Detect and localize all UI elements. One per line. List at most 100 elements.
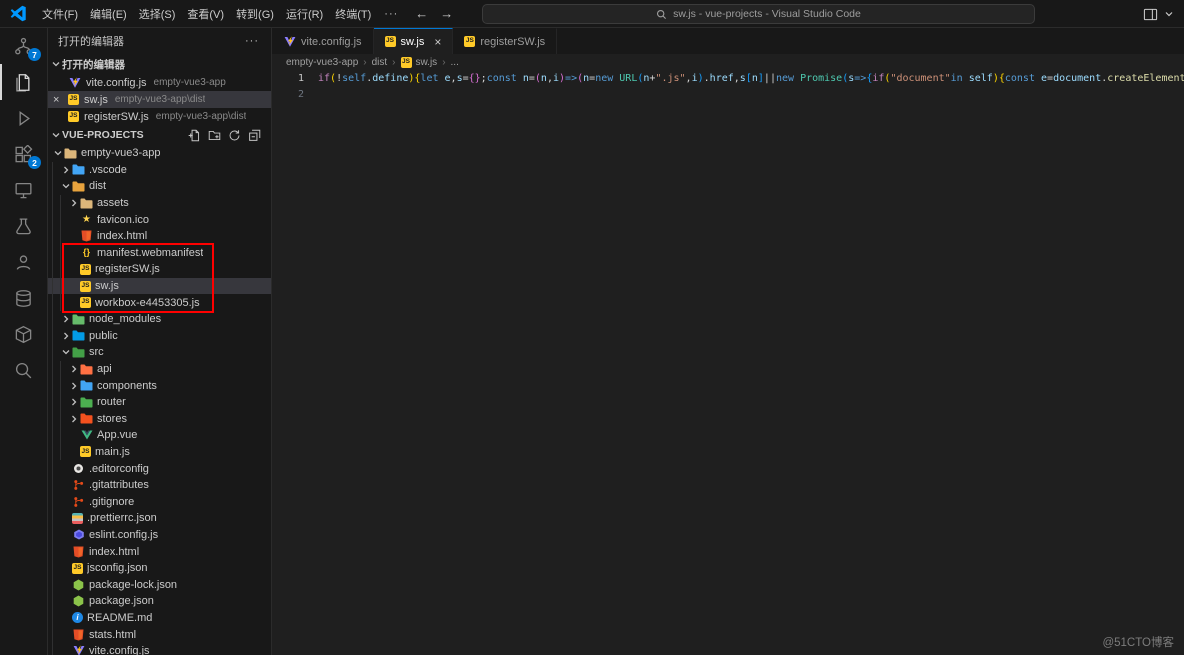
chevron-down-icon — [50, 59, 62, 69]
breadcrumb-item[interactable]: ... — [451, 57, 459, 68]
indent-guide — [60, 228, 68, 245]
tree-item-main.js[interactable]: JSmain.js — [48, 444, 271, 461]
indent-guide — [52, 576, 60, 593]
tree-item-sw.js[interactable]: JSsw.js — [48, 278, 271, 295]
tree-item-components[interactable]: components — [48, 377, 271, 394]
menu-item[interactable]: 终端(T) — [329, 4, 377, 24]
chevron-right-icon[interactable] — [68, 397, 80, 407]
tree-item-.vscode[interactable]: .vscode — [48, 162, 271, 179]
database-activity-icon[interactable] — [0, 280, 47, 316]
menu-item[interactable]: 文件(F) — [36, 4, 84, 24]
tab-label: sw.js — [401, 36, 425, 48]
tree-item-.gitattributes[interactable]: .gitattributes — [48, 477, 271, 494]
menu-item[interactable]: 运行(R) — [280, 4, 329, 24]
breadcrumb-item[interactable]: dist — [372, 57, 388, 68]
tree-item-assets[interactable]: assets — [48, 195, 271, 212]
tree-item-.prettierrc.json[interactable]: .prettierrc.json — [48, 510, 271, 527]
new-folder-icon[interactable] — [208, 129, 221, 142]
menu-more-button[interactable]: ··· — [377, 6, 405, 22]
tree-item-jsconfig.json[interactable]: JSjsconfig.json — [48, 560, 271, 577]
tree-item-src[interactable]: src — [48, 344, 271, 361]
chevron-right-icon[interactable] — [68, 414, 80, 424]
tree-item-eslint.config.js[interactable]: eslint.config.js — [48, 527, 271, 544]
open-editor-registerSW.js[interactable]: JSregisterSW.jsempty-vue3-app\dist — [48, 108, 271, 125]
tree-item-node_modules[interactable]: node_modules — [48, 311, 271, 328]
tree-item-label: manifest.webmanifest — [97, 247, 203, 259]
open-editors-section-header[interactable]: 打开的编辑器 — [48, 54, 271, 74]
chevron-right-icon[interactable] — [60, 314, 72, 324]
layout-toggle-icon[interactable] — [1143, 7, 1158, 22]
tree-item-vite.config.js[interactable]: vite.config.js — [48, 643, 271, 655]
menu-item[interactable]: 编辑(E) — [84, 4, 133, 24]
node-icon — [72, 579, 85, 591]
new-file-icon[interactable] — [188, 129, 201, 142]
html-icon — [72, 546, 85, 558]
refresh-icon[interactable] — [228, 129, 241, 142]
git-icon — [72, 479, 85, 491]
breadcrumb-item[interactable]: JSsw.js — [401, 57, 438, 68]
project-section-header[interactable]: VUE-PROJECTS — [48, 125, 271, 145]
chevron-down-icon[interactable] — [60, 181, 72, 191]
nav-back-button[interactable]: ← — [415, 6, 428, 21]
breadcrumb-item[interactable]: empty-vue3-app — [286, 57, 358, 68]
tree-item-.gitignore[interactable]: .gitignore — [48, 493, 271, 510]
tab-sw.js[interactable]: JSsw.js× — [374, 28, 454, 54]
layout-dropdown-chevron-icon[interactable] — [1164, 9, 1174, 19]
close-icon[interactable]: × — [53, 91, 59, 108]
chevron-right-icon[interactable] — [60, 331, 72, 341]
code-line-2[interactable]: 2 — [272, 87, 1184, 103]
test-flask-activity-icon[interactable] — [0, 208, 47, 244]
menu-item[interactable]: 转到(G) — [230, 4, 280, 24]
tree-item-public[interactable]: public — [48, 328, 271, 345]
command-center-search[interactable]: sw.js - vue-projects - Visual Studio Cod… — [482, 4, 1035, 24]
docker-activity-icon[interactable] — [0, 316, 47, 352]
chevron-right-icon[interactable] — [68, 364, 80, 374]
tree-item-stores[interactable]: stores — [48, 411, 271, 428]
tree-item-index.html[interactable]: index.html — [48, 543, 271, 560]
code-editor[interactable]: 1if(!self.define){let e,s={};const n=(n,… — [272, 70, 1184, 655]
sidebar-more-button[interactable]: ··· — [245, 35, 259, 47]
tree-item-package-lock.json[interactable]: package-lock.json — [48, 576, 271, 593]
chevron-right-icon[interactable] — [68, 198, 80, 208]
tab-vite.config.js[interactable]: vite.config.js — [272, 28, 374, 54]
nav-forward-button[interactable]: → — [440, 6, 453, 21]
tree-item-stats.html[interactable]: stats.html — [48, 626, 271, 643]
explorer-activity-icon[interactable] — [0, 64, 47, 100]
breadcrumb-label: ... — [451, 57, 459, 68]
chevron-down-icon[interactable] — [60, 347, 72, 357]
indent-guide — [60, 278, 68, 295]
open-editor-vite.config.js[interactable]: vite.config.jsempty-vue3-app — [48, 74, 271, 91]
tree-item-favicon.ico[interactable]: ★favicon.ico — [48, 211, 271, 228]
open-editor-sw.js[interactable]: ×JSsw.jsempty-vue3-app\dist — [48, 91, 271, 108]
tree-item-registerSW.js[interactable]: JSregisterSW.js — [48, 261, 271, 278]
chevron-right-icon[interactable] — [68, 381, 80, 391]
close-icon[interactable]: × — [434, 35, 441, 49]
chevron-right-icon[interactable] — [60, 165, 72, 175]
menu-item[interactable]: 查看(V) — [181, 4, 230, 24]
tab-registerSW.js[interactable]: JSregisterSW.js — [453, 28, 557, 54]
tree-item-.editorconfig[interactable]: .editorconfig — [48, 460, 271, 477]
chevron-down-icon[interactable] — [52, 148, 64, 158]
tree-item-README.md[interactable]: iREADME.md — [48, 610, 271, 627]
tree-item-index.html[interactable]: index.html — [48, 228, 271, 245]
search-activity-icon[interactable] — [0, 352, 47, 388]
menu-item[interactable]: 选择(S) — [133, 4, 182, 24]
account-activity-icon[interactable] — [0, 244, 47, 280]
remote-explorer-activity-icon[interactable] — [0, 172, 47, 208]
tree-item-manifest.webmanifest[interactable]: {}manifest.webmanifest — [48, 245, 271, 262]
code-line-1[interactable]: 1if(!self.define){let e,s={};const n=(n,… — [272, 71, 1184, 87]
source-control-activity-icon[interactable]: 7 — [0, 28, 47, 64]
tree-item-App.vue[interactable]: App.vue — [48, 427, 271, 444]
open-editor-name: vite.config.js — [86, 77, 147, 89]
extensions-activity-icon[interactable]: 2 — [0, 136, 47, 172]
node-icon — [72, 595, 85, 607]
collapse-all-icon[interactable] — [248, 129, 261, 142]
tree-item-empty-vue3-app[interactable]: empty-vue3-app — [48, 145, 271, 162]
run-debug-activity-icon[interactable] — [0, 100, 47, 136]
tree-item-workbox-e4453305.js[interactable]: JSworkbox-e4453305.js — [48, 294, 271, 311]
tree-item-router[interactable]: router — [48, 394, 271, 411]
tree-item-dist[interactable]: dist — [48, 178, 271, 195]
tree-item-label: registerSW.js — [95, 263, 160, 275]
tree-item-api[interactable]: api — [48, 361, 271, 378]
tree-item-package.json[interactable]: package.json — [48, 593, 271, 610]
